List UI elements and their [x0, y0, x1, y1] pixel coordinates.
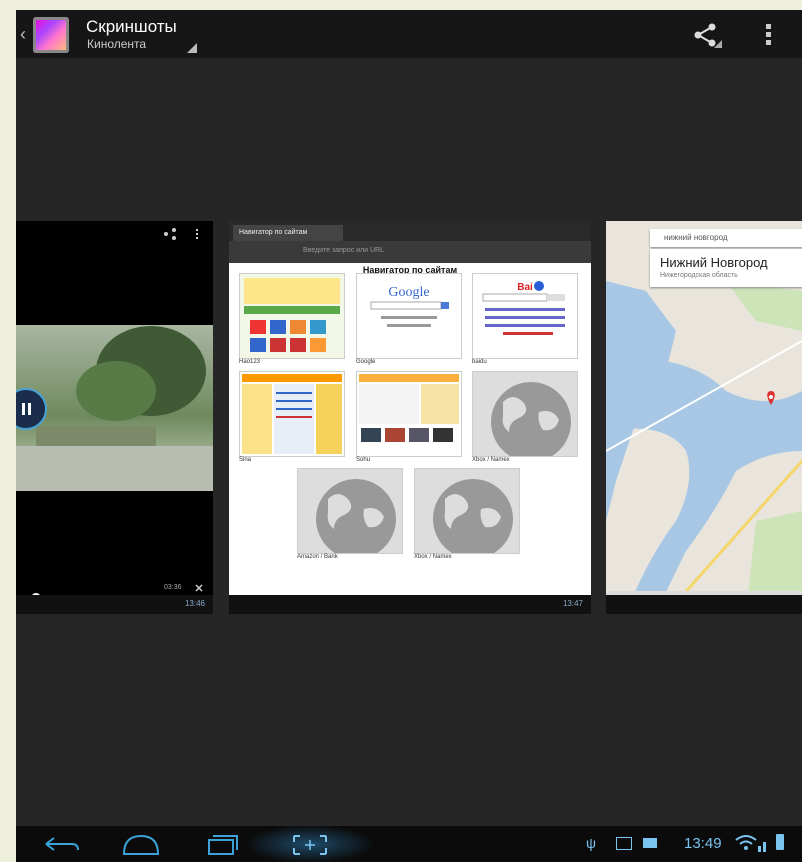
site-preview [359, 374, 459, 442]
site-label: Hao123 [239, 359, 261, 365]
map-result-card[interactable]: Нижний Новгород Нижегородская область [650, 249, 802, 287]
screenshot-button[interactable] [248, 826, 372, 862]
site-thumbnail: Google [356, 273, 462, 359]
browser-tab-bar: Навигатор по сайтам [229, 221, 591, 241]
map-search-query: нижний новгород [664, 233, 728, 242]
map-search-box[interactable]: нижний новгород [650, 229, 802, 247]
site-thumbnail [414, 468, 520, 559]
site-label: Google [356, 359, 376, 365]
screen: ‹ Скриншоты Кинолента 03:36 13:46 Навига… [16, 10, 802, 862]
mini-clock: 13:47 [562, 599, 583, 608]
action-bar: ‹ Скриншоты Кинолента [16, 10, 802, 58]
mini-clock: 13:46 [184, 599, 205, 608]
browser-url-placeholder: Введите запрос или URL [303, 247, 384, 254]
video-time: 03:36 [164, 584, 182, 591]
view-mode-dropdown-icon[interactable] [187, 43, 197, 53]
site-thumbnail: Bai [472, 273, 578, 359]
site-thumbnail [239, 371, 345, 457]
home-icon [122, 834, 160, 855]
site-label: baidu [472, 359, 487, 365]
overflow-menu-button[interactable] [760, 22, 776, 48]
svg-text:Bai: Bai [517, 282, 533, 293]
up-chevron-icon[interactable]: ‹ [20, 24, 26, 45]
globe-placeholder-icon [491, 382, 571, 462]
view-mode-label[interactable]: Кинолента [87, 37, 146, 51]
browser-url-bar: Введите запрос или URL [229, 241, 591, 263]
overflow-dot [766, 24, 771, 29]
mini-nav-bar: 13:47 [229, 595, 591, 614]
back-icon [45, 837, 79, 851]
download-notification-icon [643, 838, 657, 848]
mini-nav-bar: 13:46 [16, 595, 213, 614]
wifi-signal-icon [735, 835, 766, 852]
recent-apps-button[interactable] [199, 826, 249, 862]
globe-placeholder-icon [433, 479, 513, 559]
overflow-dot [766, 32, 771, 37]
overflow-dot [766, 40, 771, 45]
album-title: Скриншоты [86, 17, 177, 36]
share-button[interactable] [692, 22, 722, 48]
screenshot-thumbnail-browser[interactable]: Навигатор по сайтам Введите запрос или U… [229, 221, 591, 614]
site-label: Amazon / Bank [297, 554, 338, 560]
map-result-subtitle: Нижегородская область [660, 272, 738, 279]
gallery-app-icon[interactable] [33, 17, 69, 53]
site-label: Sina [239, 457, 252, 463]
screenshot-thumbnail-video[interactable]: 03:36 13:46 [16, 221, 213, 614]
screenshot-icon [293, 835, 327, 855]
site-preview [242, 374, 342, 454]
site-label: Sohu [356, 457, 371, 463]
site-thumbnail [356, 371, 462, 457]
usb-icon: ψ [586, 835, 596, 851]
site-preview: Google [370, 285, 449, 327]
screenshot-thumbnail-map[interactable]: нижний новгород Нижний Новгород Нижегоро… [606, 221, 802, 614]
home-button[interactable] [116, 826, 166, 862]
site-label: Xbox / Nameх [414, 554, 452, 560]
svg-text:Google: Google [388, 285, 429, 300]
site-thumbnail [239, 273, 345, 359]
site-thumbnail [472, 371, 578, 462]
back-button[interactable] [34, 826, 84, 862]
system-navigation-bar: ψ 13:49 [16, 826, 802, 862]
mini-nav-bar [606, 595, 802, 614]
site-thumbnail [297, 468, 403, 559]
gallery-notification-icon [616, 837, 632, 850]
battery-icon [776, 834, 784, 850]
browser-tab: Навигатор по сайтам [233, 225, 343, 241]
globe-placeholder-icon [316, 479, 396, 559]
video-player-preview: 03:36 [16, 221, 213, 614]
status-clock: 13:49 [684, 835, 722, 852]
site-preview: Bai [482, 281, 565, 335]
site-label: Xbox / Nameх [472, 457, 510, 463]
recent-apps-icon [208, 835, 238, 855]
map-result-title: Нижний Новгород [660, 255, 768, 270]
site-preview [244, 278, 340, 352]
share-icon [694, 23, 722, 48]
